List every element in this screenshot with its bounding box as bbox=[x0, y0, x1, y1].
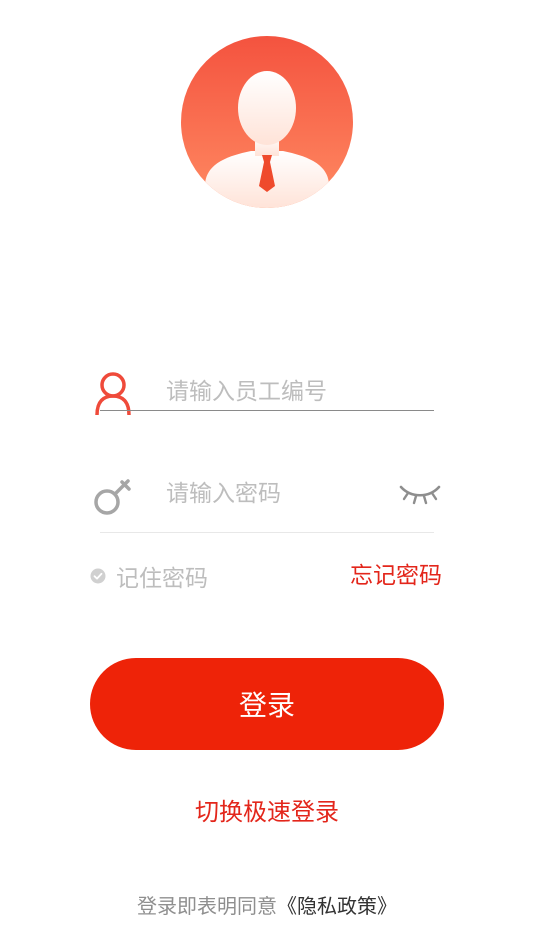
password-row bbox=[92, 464, 442, 533]
employee-id-input[interactable] bbox=[166, 372, 396, 412]
privacy-policy-notice: 登录即表明同意《隐私政策》 bbox=[0, 890, 534, 919]
eye-closed-icon[interactable] bbox=[398, 478, 442, 508]
avatar bbox=[181, 36, 353, 208]
privacy-policy-link[interactable]: 《隐私政策》 bbox=[277, 894, 397, 918]
password-input[interactable] bbox=[166, 474, 396, 514]
policy-prefix-text: 登录即表明同意 bbox=[137, 894, 277, 918]
remember-password-label: 记住密码 bbox=[116, 566, 208, 592]
username-row bbox=[92, 362, 442, 422]
switch-quick-login-link[interactable]: 切换极速登录 bbox=[0, 792, 534, 827]
login-button[interactable]: 登录 bbox=[90, 658, 444, 750]
remember-password-checkbox[interactable]: 记住密码 bbox=[90, 558, 208, 594]
forgot-password-link[interactable]: 忘记密码 bbox=[350, 558, 442, 594]
check-circle-icon bbox=[90, 568, 106, 584]
user-avatar-icon bbox=[181, 36, 353, 208]
key-icon bbox=[94, 479, 131, 515]
password-underline bbox=[100, 532, 434, 533]
username-underline bbox=[100, 410, 434, 411]
user-icon bbox=[95, 372, 131, 416]
